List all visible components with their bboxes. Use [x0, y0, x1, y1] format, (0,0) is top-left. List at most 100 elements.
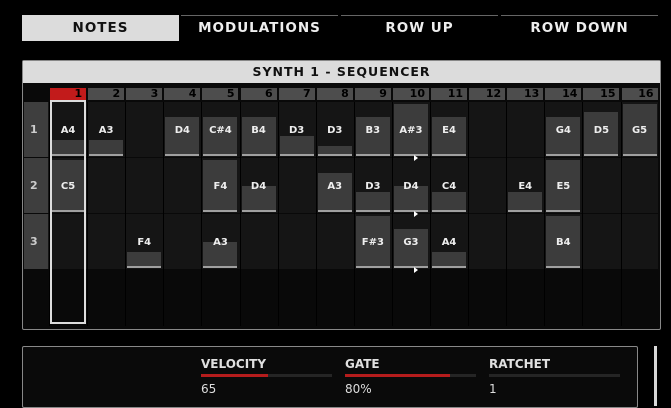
step-note: D3 [327, 125, 343, 136]
column-divider [87, 102, 89, 326]
step-header-10[interactable]: 10 [392, 88, 429, 100]
step-note: E4 [442, 125, 456, 136]
ratchet-value: 1 [489, 382, 497, 396]
ratchet-slider[interactable] [489, 374, 620, 377]
step-cell[interactable]: G5 [622, 104, 657, 156]
step-cell[interactable]: G3 [393, 216, 428, 273]
step-cell[interactable]: D4 [241, 160, 276, 212]
column-divider [430, 102, 431, 326]
column-divider [277, 102, 279, 326]
step-header-12[interactable]: 12 [469, 88, 506, 100]
velocity-value: 65 [201, 382, 217, 396]
step-cell[interactable]: D3 [317, 104, 352, 156]
column-divider [353, 102, 355, 326]
step-underline [279, 154, 314, 156]
row-label-2[interactable]: 2 [24, 158, 48, 213]
step-underline [203, 210, 238, 212]
step-cell[interactable]: B4 [241, 104, 276, 156]
column-divider [163, 102, 165, 326]
step-header-8[interactable]: 8 [316, 88, 353, 100]
step-cell[interactable]: G4 [546, 104, 581, 156]
step-underline [355, 210, 390, 212]
step-cell[interactable]: D4 [165, 104, 200, 156]
step-note: B4 [556, 237, 571, 248]
row-label-3[interactable]: 3 [24, 214, 48, 269]
step-underline [89, 154, 124, 156]
step-note: A4 [441, 237, 457, 248]
step-header-4[interactable]: 4 [164, 88, 201, 100]
step-underline [203, 154, 238, 156]
ratchet-label: RATCHET [489, 357, 551, 371]
step-cell[interactable]: A3 [317, 160, 352, 212]
step-level-bar [165, 117, 200, 156]
step-header-6[interactable]: 6 [240, 88, 277, 100]
step-underline [546, 266, 581, 268]
step-header-7[interactable]: 7 [278, 88, 315, 100]
step-note: F4 [213, 181, 228, 192]
step-underline [584, 154, 619, 156]
step-cell[interactable]: C#4 [203, 104, 238, 156]
step-note: G4 [555, 125, 571, 136]
step-underline [317, 154, 352, 156]
param-panel [22, 346, 638, 408]
step-note: F4 [137, 237, 152, 248]
step-note: E5 [556, 181, 571, 192]
column-divider [620, 102, 622, 326]
step-header-3[interactable]: 3 [126, 88, 163, 100]
step-header-1[interactable]: 1 [50, 88, 87, 100]
step-cell[interactable]: D5 [584, 104, 619, 156]
step-underline [432, 266, 467, 268]
step-cell[interactable]: E4 [508, 160, 543, 212]
velocity-label: VELOCITY [201, 357, 267, 371]
step-cell[interactable]: E4 [432, 104, 467, 156]
column-divider [391, 102, 393, 326]
step-cell[interactable]: F#3 [355, 216, 390, 268]
step-cell[interactable]: F4 [127, 216, 162, 268]
step-header-9[interactable]: 9 [354, 88, 391, 100]
step-header-16[interactable]: 16 [621, 88, 658, 100]
tab-row-down[interactable]: ROW DOWN [501, 15, 658, 41]
step-cell[interactable]: B4 [546, 216, 581, 268]
step-level-bar [355, 192, 390, 212]
column-divider [315, 102, 317, 326]
step-note: C4 [441, 181, 457, 192]
step-note: D4 [403, 181, 419, 192]
column-divider [239, 102, 241, 326]
tie-arrow-icon [413, 267, 418, 273]
step-underline [393, 266, 428, 268]
step-cell[interactable]: D3 [279, 104, 314, 156]
gate-value: 80% [345, 382, 372, 396]
step-underline [546, 154, 581, 156]
step-cell[interactable]: E5 [546, 160, 581, 212]
step-cell[interactable]: F4 [203, 160, 238, 212]
step-header-13[interactable]: 13 [507, 88, 544, 100]
step-note: D5 [593, 125, 610, 136]
step-header-14[interactable]: 14 [545, 88, 582, 100]
step-level-bar [317, 173, 352, 212]
step-cell[interactable]: D3 [355, 160, 390, 212]
column-divider [125, 102, 127, 326]
step-cell[interactable]: B3 [355, 104, 390, 156]
step-cell[interactable]: A3 [203, 216, 238, 268]
tab-modulations[interactable]: MODULATIONS [181, 15, 338, 41]
column-divider [468, 102, 470, 326]
step-cell[interactable]: A#3 [393, 104, 428, 161]
tab-row-up[interactable]: ROW UP [341, 15, 498, 41]
step-note: B3 [365, 125, 381, 136]
step-header-11[interactable]: 11 [431, 88, 468, 100]
scroll-rail[interactable] [654, 346, 657, 406]
step-cell[interactable]: A3 [89, 104, 124, 156]
velocity-slider[interactable] [201, 374, 332, 377]
row-label-1[interactable]: 1 [24, 102, 48, 157]
step-underline [355, 266, 390, 268]
tab-notes[interactable]: NOTES [22, 15, 179, 41]
step-header-2[interactable]: 2 [88, 88, 125, 100]
step-header-5[interactable]: 5 [202, 88, 239, 100]
step-cell[interactable]: D4 [393, 160, 428, 217]
step-cell[interactable]: A4 [432, 216, 467, 268]
step-header-15[interactable]: 15 [583, 88, 620, 100]
step-underline [241, 210, 276, 212]
step-cell[interactable]: C4 [432, 160, 467, 212]
gate-slider[interactable] [345, 374, 476, 377]
column-divider [582, 102, 584, 326]
